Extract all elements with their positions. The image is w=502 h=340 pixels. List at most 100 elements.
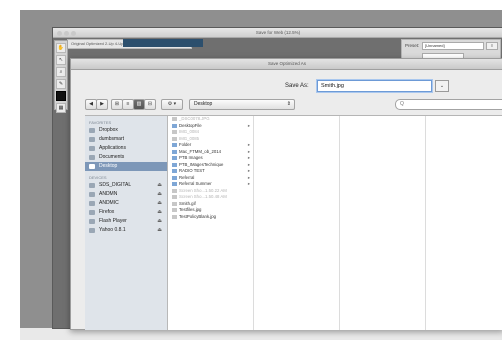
slice-select-tool-icon[interactable]: ↖ (56, 55, 66, 65)
folder-icon (89, 155, 95, 160)
save-dialog-title: Save Optimized As (71, 59, 502, 70)
drive-icon (89, 192, 95, 197)
search-field[interactable]: Q (395, 99, 502, 110)
location-label: Desktop (194, 101, 213, 107)
expand-dialog-button[interactable]: ⌄ (435, 80, 449, 92)
zoom-dot-icon[interactable] (71, 31, 76, 36)
file-name: TestPolicyBlank.jpg (179, 213, 217, 219)
location-dropdown[interactable]: Desktop ⇕ (189, 99, 295, 110)
preset-select[interactable]: [Unnamed] (422, 42, 484, 50)
eject-icon[interactable]: ⏏ (157, 217, 162, 226)
tool-palette: ✋ ↖ ⌕ ✎ ▦ (54, 40, 68, 113)
minimize-dot-icon[interactable] (64, 31, 69, 36)
drive-icon (89, 219, 95, 224)
sidebar-section-header: DEVICES (89, 175, 107, 180)
eject-icon[interactable]: ⏏ (157, 199, 162, 208)
toggle-slices-icon[interactable]: ▦ (56, 103, 66, 113)
file-column-4[interactable] (427, 116, 502, 330)
preview-image-strip (123, 39, 203, 47)
eject-icon[interactable]: ⏏ (157, 208, 162, 217)
sidebar-item[interactable]: Desktop (85, 162, 167, 171)
folder-icon (89, 128, 95, 133)
sidebar-section-header: FAVORITES (89, 120, 112, 125)
sidebar-item-label: Firefox (99, 209, 115, 215)
folder-icon (172, 175, 177, 180)
sidebar-item-label: Yahoo 0.8.1 (99, 227, 126, 233)
folder-icon (172, 143, 177, 147)
file-column-3[interactable] (341, 116, 426, 330)
sidebar-item[interactable]: Yahoo 0.8.1 ⏏ (85, 226, 167, 235)
drive-icon (89, 228, 95, 233)
eject-icon[interactable]: ⏏ (157, 181, 162, 190)
eyedropper-tool-icon[interactable]: ✎ (56, 79, 66, 89)
save-for-web-titlebar: Save for Web (12.5%) (53, 28, 502, 38)
file-name: Screen Sho...1.50.48 AM (179, 194, 227, 199)
file-name: RADIO TEST (179, 168, 205, 173)
zoom-tool-icon[interactable]: ⌕ (56, 67, 66, 77)
save-for-web-title: Save for Web (12.5%) (255, 30, 301, 35)
sidebar-item[interactable]: ANDMN ⏏ (85, 190, 167, 199)
file-icon (172, 117, 177, 121)
preset-menu-button[interactable]: ≡ (486, 42, 498, 50)
preset-label: Preset: (405, 43, 420, 48)
file-name: Smith.gif (179, 200, 196, 206)
save-dialog: Save Optimized As Save As: Smith.jpg ⌄ ◀… (70, 58, 502, 330)
sidebar-item-label: Documents (99, 154, 125, 160)
file-name: Referral (179, 174, 195, 180)
sidebar-item-label: SDS_DIGITAL (99, 182, 132, 188)
search-icon: Q (400, 101, 404, 107)
file-icon (172, 201, 177, 206)
eject-icon[interactable]: ⏏ (157, 226, 162, 235)
sidebar-item[interactable]: Firefox ⏏ (85, 208, 167, 217)
folder-icon (172, 156, 177, 160)
sidebar-item[interactable]: Documents (85, 153, 167, 162)
action-menu-button[interactable]: ⚙ ▾ (161, 99, 183, 110)
coverflow-view-button[interactable]: ⊟ (144, 99, 156, 110)
hand-tool-icon[interactable]: ✋ (56, 43, 66, 53)
sidebar-item-label: Dropbox (99, 127, 118, 133)
folder-icon (172, 123, 177, 128)
file-name: Screen Sho...1.50.22 AM (179, 187, 227, 193)
file-name: DesktopFile (179, 122, 202, 128)
file-column-1[interactable]: _DSC0078.JPG DesktopFile ▸ IMG_0084 IMG_0085… (169, 116, 254, 330)
file-name: Folder (179, 142, 192, 147)
file-icon (172, 130, 177, 134)
folder-icon (89, 164, 95, 169)
sidebar-item[interactable]: Dropbox (85, 126, 167, 135)
folder-icon (89, 146, 95, 151)
dialog-toolbar: ◀ ▶ ⊞ ≡ ▥ ⊟ ⚙ ▾ Desktop ⇕ Q (85, 99, 502, 110)
eject-icon[interactable]: ⏏ (157, 190, 162, 199)
file-icon (172, 214, 177, 219)
drive-icon (89, 210, 95, 215)
folder-icon (172, 149, 177, 154)
sidebar-item[interactable]: Applications (85, 144, 167, 153)
sidebar-item[interactable]: dumbsmart (85, 135, 167, 144)
sidebar: FAVORITES Dropbox dumbsmart Applications Doc… (85, 116, 168, 330)
eyedropper-color-swatch[interactable] (56, 91, 66, 101)
forward-button[interactable]: ▶ (96, 99, 108, 110)
file-icon (172, 136, 177, 141)
drive-icon (89, 183, 95, 188)
file-name: IMG_0085 (179, 135, 200, 141)
file-name: IMG_0084 (179, 129, 200, 134)
folder-icon (172, 169, 177, 173)
close-dot-icon[interactable] (57, 31, 62, 36)
sidebar-item[interactable]: SDS_DIGITAL ⏏ (85, 181, 167, 190)
file-list-item[interactable]: TestPolicyBlank.jpg (169, 214, 253, 221)
sidebar-item-label: Flash Player (99, 218, 127, 224)
sidebar-item-label: Applications (99, 145, 126, 151)
sidebar-item-label: ANDMIC (99, 200, 119, 206)
file-name: _DSC0078.JPG (179, 116, 210, 121)
sidebar-item[interactable]: Flash Player ⏏ (85, 217, 167, 226)
folder-icon (172, 162, 177, 167)
save-as-label: Save As: (285, 83, 309, 89)
filename-input[interactable]: Smith.jpg (317, 80, 432, 92)
file-name: Referral Summer (179, 181, 212, 186)
file-icon (172, 195, 177, 199)
chevron-down-icon: ⇕ (286, 101, 291, 107)
sidebar-item-label: Desktop (99, 163, 118, 169)
sidebar-item[interactable]: ANDMIC ⏏ (85, 199, 167, 208)
file-name: Mac_FTMM_ob_2014 (179, 148, 222, 154)
file-browser: FAVORITES Dropbox dumbsmart Applications Doc… (85, 115, 502, 330)
file-column-2[interactable] (255, 116, 340, 330)
